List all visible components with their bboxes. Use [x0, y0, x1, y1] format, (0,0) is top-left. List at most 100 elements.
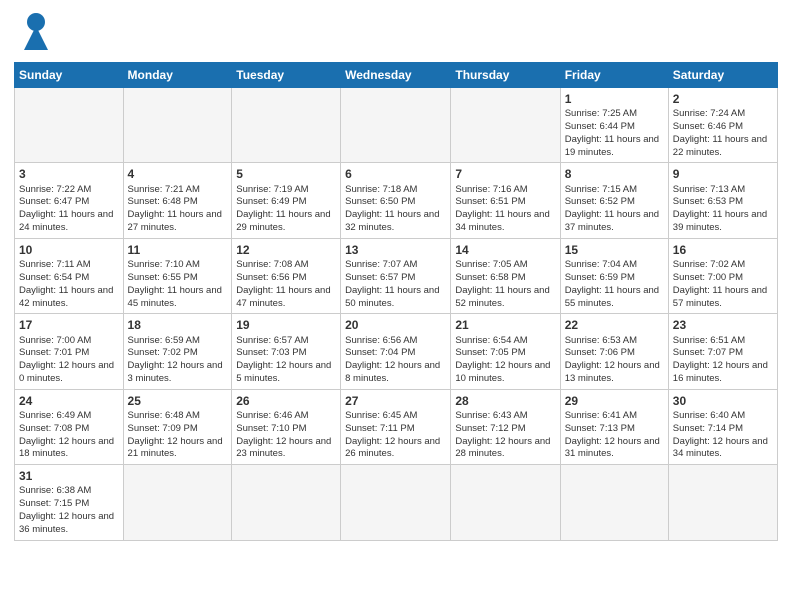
cell-info: Sunrise: 6:56 AM Sunset: 7:04 PM Dayligh… — [345, 335, 440, 384]
calendar-cell: 6Sunrise: 7:18 AM Sunset: 6:50 PM Daylig… — [341, 163, 451, 238]
cell-info: Sunrise: 6:41 AM Sunset: 7:13 PM Dayligh… — [565, 410, 660, 459]
cell-day-number: 29 — [565, 393, 664, 409]
cell-info: Sunrise: 7:25 AM Sunset: 6:44 PM Dayligh… — [565, 108, 659, 157]
cell-day-number: 7 — [455, 166, 555, 182]
cell-day-number: 19 — [236, 317, 336, 333]
cell-day-number: 3 — [19, 166, 119, 182]
cell-info: Sunrise: 7:05 AM Sunset: 6:58 PM Dayligh… — [455, 259, 549, 308]
cell-day-number: 2 — [673, 91, 773, 107]
cell-info: Sunrise: 6:46 AM Sunset: 7:10 PM Dayligh… — [236, 410, 331, 459]
cell-day-number: 5 — [236, 166, 336, 182]
calendar-cell: 25Sunrise: 6:48 AM Sunset: 7:09 PM Dayli… — [123, 389, 232, 464]
cell-info: Sunrise: 6:45 AM Sunset: 7:11 PM Dayligh… — [345, 410, 440, 459]
calendar-table: SundayMondayTuesdayWednesdayThursdayFrid… — [14, 62, 778, 541]
cell-day-number: 4 — [128, 166, 228, 182]
cell-info: Sunrise: 7:00 AM Sunset: 7:01 PM Dayligh… — [19, 335, 114, 384]
calendar-cell: 13Sunrise: 7:07 AM Sunset: 6:57 PM Dayli… — [341, 238, 451, 313]
cell-info: Sunrise: 7:24 AM Sunset: 6:46 PM Dayligh… — [673, 108, 767, 157]
cell-day-number: 20 — [345, 317, 446, 333]
logo-icon — [14, 10, 58, 54]
calendar-cell: 26Sunrise: 6:46 AM Sunset: 7:10 PM Dayli… — [232, 389, 341, 464]
calendar-cell: 9Sunrise: 7:13 AM Sunset: 6:53 PM Daylig… — [668, 163, 777, 238]
cell-day-number: 21 — [455, 317, 555, 333]
cell-day-number: 10 — [19, 242, 119, 258]
calendar-cell: 31Sunrise: 6:38 AM Sunset: 7:15 PM Dayli… — [15, 465, 124, 540]
cell-day-number: 13 — [345, 242, 446, 258]
cell-day-number: 16 — [673, 242, 773, 258]
day-of-week-header: Monday — [123, 63, 232, 88]
cell-info: Sunrise: 7:11 AM Sunset: 6:54 PM Dayligh… — [19, 259, 113, 308]
cell-info: Sunrise: 7:21 AM Sunset: 6:48 PM Dayligh… — [128, 184, 222, 233]
cell-info: Sunrise: 7:19 AM Sunset: 6:49 PM Dayligh… — [236, 184, 330, 233]
cell-day-number: 31 — [19, 468, 119, 484]
calendar-cell: 22 Sunrise: 6:53 AM Sunset: 7:06 PM Dayli… — [560, 314, 668, 389]
calendar-cell: 23 Sunrise: 6:51 AM Sunset: 7:07 PM Dayli… — [668, 314, 777, 389]
cell-info: Sunrise: 7:10 AM Sunset: 6:55 PM Dayligh… — [128, 259, 222, 308]
calendar-cell: 16Sunrise: 7:02 AM Sunset: 7:00 PM Dayli… — [668, 238, 777, 313]
calendar-cell: 10Sunrise: 7:11 AM Sunset: 6:54 PM Dayli… — [15, 238, 124, 313]
calendar-cell: 8 Sunrise: 7:15 AM Sunset: 6:52 PM Daylig… — [560, 163, 668, 238]
calendar-cell: 17 Sunrise: 7:00 AM Sunset: 7:01 PM Dayli… — [15, 314, 124, 389]
cell-info: Sunrise: 7:18 AM Sunset: 6:50 PM Dayligh… — [345, 184, 439, 233]
calendar-cell — [232, 88, 341, 163]
cell-info: Sunrise: 6:51 AM Sunset: 7:07 PM Dayligh… — [673, 335, 768, 384]
cell-info: Sunrise: 6:43 AM Sunset: 7:12 PM Dayligh… — [455, 410, 550, 459]
cell-day-number: 15 — [565, 242, 664, 258]
cell-day-number: 8 — [565, 166, 664, 182]
cell-info: Sunrise: 7:16 AM Sunset: 6:51 PM Dayligh… — [455, 184, 549, 233]
cell-info: Sunrise: 6:54 AM Sunset: 7:05 PM Dayligh… — [455, 335, 550, 384]
calendar-cell: 7 Sunrise: 7:16 AM Sunset: 6:51 PM Daylig… — [451, 163, 560, 238]
calendar-cell: 27Sunrise: 6:45 AM Sunset: 7:11 PM Dayli… — [341, 389, 451, 464]
cell-info: Sunrise: 7:02 AM Sunset: 7:00 PM Dayligh… — [673, 259, 767, 308]
cell-day-number: 9 — [673, 166, 773, 182]
calendar-cell — [451, 88, 560, 163]
calendar-cell — [668, 465, 777, 540]
cell-day-number: 26 — [236, 393, 336, 409]
cell-day-number: 27 — [345, 393, 446, 409]
calendar-cell: 29Sunrise: 6:41 AM Sunset: 7:13 PM Dayli… — [560, 389, 668, 464]
calendar-cell — [451, 465, 560, 540]
cell-info: Sunrise: 6:49 AM Sunset: 7:08 PM Dayligh… — [19, 410, 114, 459]
cell-info: Sunrise: 7:22 AM Sunset: 6:47 PM Dayligh… — [19, 184, 113, 233]
cell-day-number: 30 — [673, 393, 773, 409]
calendar-cell: 2Sunrise: 7:24 AM Sunset: 6:46 PM Daylig… — [668, 88, 777, 163]
day-of-week-header: Saturday — [668, 63, 777, 88]
cell-info: Sunrise: 6:57 AM Sunset: 7:03 PM Dayligh… — [236, 335, 331, 384]
calendar-cell: 28Sunrise: 6:43 AM Sunset: 7:12 PM Dayli… — [451, 389, 560, 464]
cell-info: Sunrise: 7:04 AM Sunset: 6:59 PM Dayligh… — [565, 259, 659, 308]
calendar-cell — [15, 88, 124, 163]
calendar-cell — [123, 88, 232, 163]
logo — [14, 10, 64, 54]
calendar-cell: 21 Sunrise: 6:54 AM Sunset: 7:05 PM Dayli… — [451, 314, 560, 389]
cell-day-number: 24 — [19, 393, 119, 409]
cell-day-number: 23 — [673, 317, 773, 333]
calendar-cell: 5 Sunrise: 7:19 AM Sunset: 6:49 PM Daylig… — [232, 163, 341, 238]
cell-info: Sunrise: 6:59 AM Sunset: 7:02 PM Dayligh… — [128, 335, 223, 384]
cell-info: Sunrise: 6:48 AM Sunset: 7:09 PM Dayligh… — [128, 410, 223, 459]
day-of-week-header: Thursday — [451, 63, 560, 88]
cell-info: Sunrise: 7:08 AM Sunset: 6:56 PM Dayligh… — [236, 259, 330, 308]
calendar-cell: 4 Sunrise: 7:21 AM Sunset: 6:48 PM Daylig… — [123, 163, 232, 238]
page-header — [14, 10, 778, 54]
cell-day-number: 1 — [565, 91, 664, 107]
calendar-cell: 1Sunrise: 7:25 AM Sunset: 6:44 PM Daylig… — [560, 88, 668, 163]
calendar-cell: 19 Sunrise: 6:57 AM Sunset: 7:03 PM Dayli… — [232, 314, 341, 389]
calendar-cell: 30Sunrise: 6:40 AM Sunset: 7:14 PM Dayli… — [668, 389, 777, 464]
cell-day-number: 22 — [565, 317, 664, 333]
cell-info: Sunrise: 7:07 AM Sunset: 6:57 PM Dayligh… — [345, 259, 439, 308]
cell-day-number: 17 — [19, 317, 119, 333]
calendar-cell — [341, 88, 451, 163]
cell-day-number: 11 — [128, 242, 228, 258]
calendar-cell — [232, 465, 341, 540]
cell-info: Sunrise: 6:38 AM Sunset: 7:15 PM Dayligh… — [19, 485, 114, 534]
day-of-week-header: Wednesday — [341, 63, 451, 88]
day-of-week-header: Friday — [560, 63, 668, 88]
cell-info: Sunrise: 6:53 AM Sunset: 7:06 PM Dayligh… — [565, 335, 660, 384]
calendar-cell: 20 Sunrise: 6:56 AM Sunset: 7:04 PM Dayli… — [341, 314, 451, 389]
calendar-cell: 14Sunrise: 7:05 AM Sunset: 6:58 PM Dayli… — [451, 238, 560, 313]
cell-info: Sunrise: 7:15 AM Sunset: 6:52 PM Dayligh… — [565, 184, 659, 233]
cell-day-number: 14 — [455, 242, 555, 258]
cell-info: Sunrise: 6:40 AM Sunset: 7:14 PM Dayligh… — [673, 410, 768, 459]
calendar-cell: 12Sunrise: 7:08 AM Sunset: 6:56 PM Dayli… — [232, 238, 341, 313]
cell-day-number: 28 — [455, 393, 555, 409]
